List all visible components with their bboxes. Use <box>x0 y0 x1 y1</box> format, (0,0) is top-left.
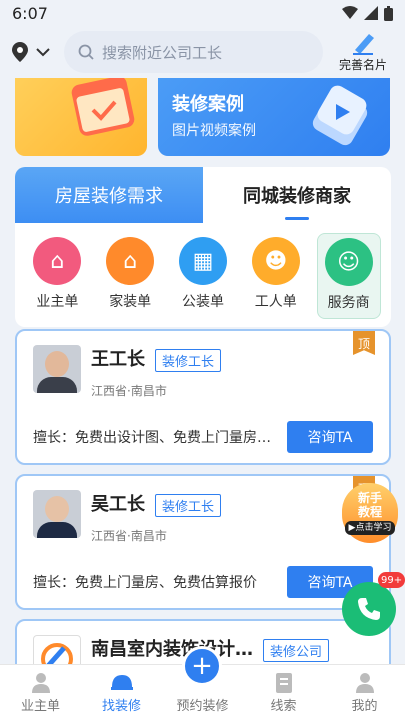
consult-button[interactable]: 咨询TA <box>287 421 373 453</box>
search-icon <box>78 44 94 60</box>
listing-card[interactable]: 顶 王工长 装修工长 江西省·南昌市 擅长：免费出设计图、免费上门量房… 咨询TA <box>15 329 391 465</box>
phone-icon <box>358 598 380 620</box>
search-placeholder: 搜索附近公司工长 <box>102 43 223 62</box>
category-owner-orders[interactable]: ⌂ 业主单 <box>25 233 89 319</box>
nav-owner-orders[interactable]: 业主单 <box>0 665 81 720</box>
role-badge: 装修工长 <box>155 349 222 372</box>
call-float-button[interactable] <box>342 582 396 636</box>
category-label: 业主单 <box>36 294 79 310</box>
tutorial-label-2: 教程 <box>357 505 382 519</box>
user-icon <box>31 673 50 693</box>
category-home-orders[interactable]: ⌂ 家装单 <box>98 233 162 319</box>
worker-icon: ☻ <box>251 237 300 285</box>
listing-region: 江西省·南昌市 <box>91 384 167 398</box>
listing-specialty: 擅长：免费上门量房、免费估算报价 <box>33 575 257 591</box>
store-icon: ▦ <box>178 237 227 285</box>
chevron-down-icon <box>36 48 50 57</box>
listing-name: 吴工长 <box>91 494 145 515</box>
tutorial-float-button[interactable]: 新手 教程 ▶点击学习 <box>342 483 398 543</box>
category-office-orders[interactable]: ▦ 公装单 <box>171 233 235 319</box>
tab-indicator <box>285 217 309 220</box>
signal-icon <box>364 6 378 20</box>
banner-calendar[interactable] <box>15 78 147 156</box>
location-selector[interactable] <box>12 42 64 62</box>
wifi-icon <box>342 6 358 19</box>
header: 搜索附近公司工长 完善名片 <box>0 26 405 78</box>
unread-badge: 99+ <box>378 572 405 588</box>
nav-label: 预约装修 <box>176 699 229 714</box>
category-label: 服务商 <box>327 295 370 311</box>
listing-region: 江西省·南昌市 <box>91 529 167 543</box>
category-label: 家装单 <box>109 294 152 310</box>
listing-specialty: 擅长：免费出设计图、免费上门量房… <box>33 430 271 446</box>
category-label: 工人单 <box>254 294 297 310</box>
pen-icon <box>353 33 374 55</box>
banner-cases[interactable]: 装修案例 图片视频案例 <box>158 78 390 156</box>
nav-label: 业主单 <box>20 699 60 714</box>
category-service-providers[interactable]: ☺ 服务商 <box>316 233 381 319</box>
tab-home-demand[interactable]: 房屋装修需求 <box>15 167 203 223</box>
avatar <box>33 490 81 538</box>
profile-icon <box>355 673 374 693</box>
service-provider-icon: ☺ <box>324 238 373 286</box>
video-illustration-icon <box>312 85 368 146</box>
status-bar: 6:07 <box>0 0 405 26</box>
helmet-icon <box>110 675 133 690</box>
clipboard-icon <box>275 673 292 693</box>
tutorial-label: 新手 <box>357 491 382 505</box>
category-worker-orders[interactable]: ☻ 工人单 <box>244 233 308 319</box>
nav-label: 找装修 <box>101 699 141 714</box>
namecard-label: 完善名片 <box>338 57 387 72</box>
nav-find-renovation[interactable]: 找装修 <box>81 665 162 720</box>
tab-local-merchants[interactable]: 同城装修商家 <box>203 167 391 223</box>
tutorial-sublabel: ▶点击学习 <box>344 521 396 535</box>
status-time: 6:07 <box>12 3 48 23</box>
add-icon[interactable]: + <box>182 646 222 686</box>
role-badge: 装修工长 <box>155 494 222 517</box>
battery-icon <box>384 5 393 21</box>
listing-name: 南昌室内装饰设计… <box>91 639 253 660</box>
tab-bar: 房屋装修需求 同城装修商家 <box>15 167 391 223</box>
listing-card[interactable]: 顶 吴工长装修工长 江西省·南昌市 擅长：免费上门量房、免费估算报价 咨询TA <box>15 474 391 610</box>
category-card: 房屋装修需求 同城装修商家 ⌂ 业主单 ⌂ 家装单 ▦ 公装单 ☻ 工人单 ☺ … <box>15 167 391 327</box>
nav-leads[interactable]: 线索 <box>243 665 324 720</box>
search-input[interactable]: 搜索附近公司工长 <box>64 31 323 73</box>
location-pin-icon <box>12 42 28 62</box>
home-icon: ⌂ <box>106 237 155 285</box>
house-icon: ⌂ <box>33 237 82 285</box>
calendar-illustration-icon <box>71 78 135 136</box>
role-badge: 装修公司 <box>263 639 330 662</box>
nav-label: 我的 <box>351 699 378 714</box>
nav-mine[interactable]: 我的 <box>324 665 405 720</box>
banner-area: 装修案例 图片视频案例 <box>0 78 405 158</box>
complete-namecard-button[interactable]: 完善名片 <box>333 32 393 73</box>
nav-label: 线索 <box>270 699 297 714</box>
category-list: ⌂ 业主单 ⌂ 家装单 ▦ 公装单 ☻ 工人单 ☺ 服务商 <box>15 223 391 319</box>
category-label: 公装单 <box>181 294 224 310</box>
avatar <box>33 345 81 393</box>
listing-name: 王工长 <box>91 349 145 370</box>
